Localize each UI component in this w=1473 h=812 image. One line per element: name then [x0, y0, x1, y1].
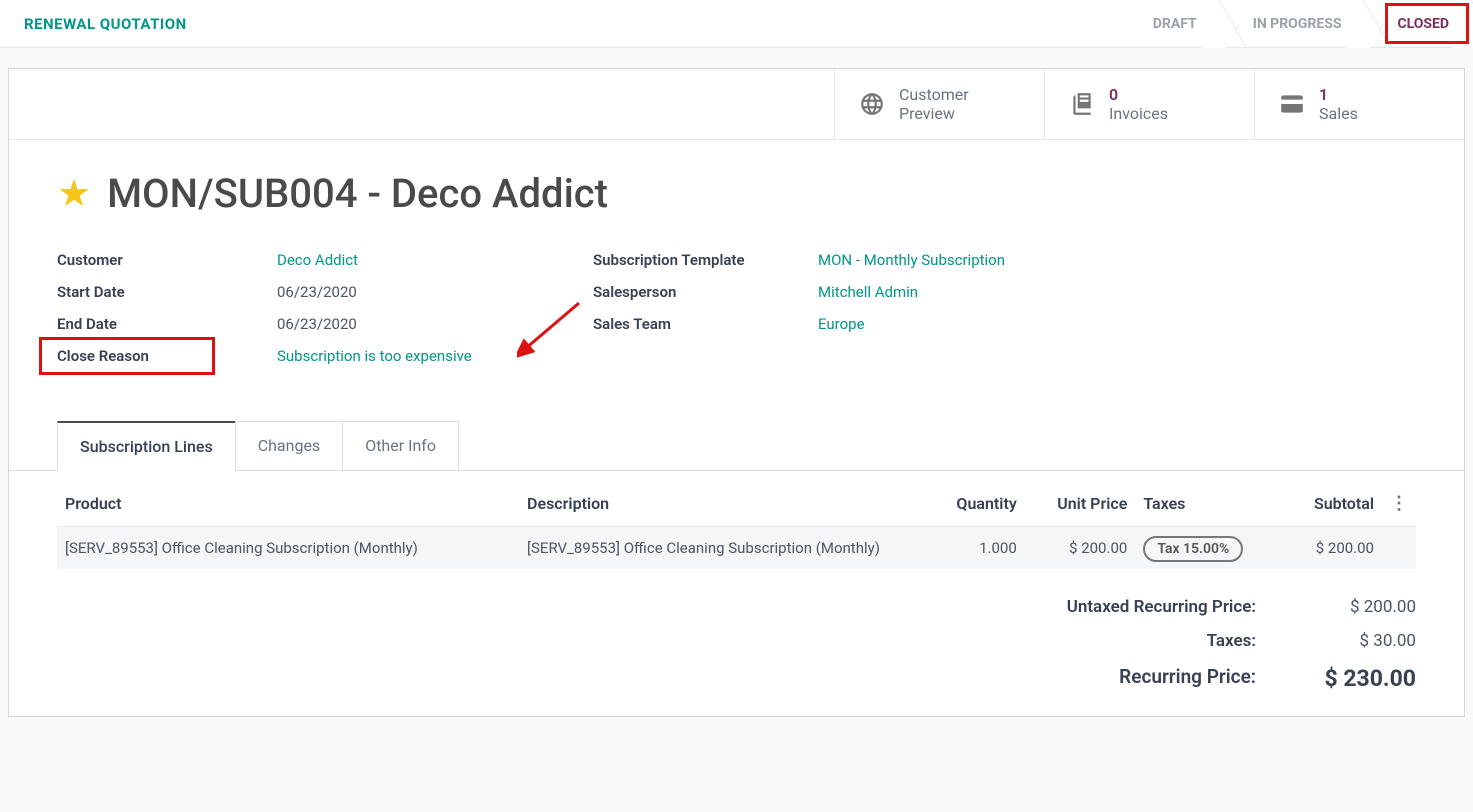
template-label: Subscription Template — [593, 251, 818, 269]
start-date-label: Start Date — [57, 283, 277, 301]
tabs: Subscription Lines Changes Other Info — [57, 421, 1464, 471]
col-subtotal: Subtotal — [1284, 481, 1382, 527]
tab-subscription-lines[interactable]: Subscription Lines — [57, 421, 236, 471]
close-reason-label: Close Reason — [57, 347, 277, 365]
record-card: CustomerPreview 0Invoices 1Sales ★ MON/S… — [8, 68, 1465, 717]
arrow-annotation — [517, 299, 585, 359]
taxes-value: $ 30.00 — [1296, 631, 1416, 651]
col-quantity: Quantity — [927, 481, 1025, 527]
cell-quantity: 1.000 — [927, 527, 1025, 570]
tab-changes[interactable]: Changes — [235, 421, 344, 471]
field-grid: Customer Deco Addict Subscription Templa… — [57, 251, 1416, 365]
lines-table: Product Description Quantity Unit Price … — [57, 481, 1416, 569]
globe-icon — [859, 91, 885, 117]
status-trail: DRAFT IN PROGRESS CLOSED — [1121, 0, 1473, 47]
customer-label: Customer — [57, 251, 277, 269]
cell-unit-price: $ 200.00 — [1025, 527, 1136, 570]
cell-product: [SERV_89553] Office Cleaning Subscriptio… — [57, 527, 519, 570]
end-date-label: End Date — [57, 315, 277, 333]
top-bar: RENEWAL QUOTATION DRAFT IN PROGRESS CLOS… — [0, 0, 1473, 48]
col-product: Product — [57, 481, 519, 527]
sales-button[interactable]: 1Sales — [1254, 69, 1464, 139]
star-icon[interactable]: ★ — [57, 171, 91, 216]
untaxed-value: $ 200.00 — [1296, 597, 1416, 617]
card-icon — [1279, 91, 1305, 117]
table-options-icon[interactable]: ⋮ — [1390, 493, 1408, 514]
tab-other-info[interactable]: Other Info — [342, 421, 459, 471]
customer-value[interactable]: Deco Addict — [277, 251, 593, 269]
cell-subtotal: $ 200.00 — [1284, 527, 1382, 570]
sales-team-label: Sales Team — [593, 315, 818, 333]
template-value[interactable]: MON - Monthly Subscription — [818, 251, 1416, 269]
salesperson-value[interactable]: Mitchell Admin — [818, 283, 1416, 301]
col-description: Description — [519, 481, 927, 527]
recurring-label: Recurring Price: — [1016, 665, 1256, 692]
status-draft[interactable]: DRAFT — [1121, 0, 1221, 47]
sales-team-value[interactable]: Europe — [818, 315, 1416, 333]
taxes-label: Taxes: — [1016, 631, 1256, 651]
table-row[interactable]: [SERV_89553] Office Cleaning Subscriptio… — [57, 527, 1416, 570]
recurring-value: $ 230.00 — [1296, 665, 1416, 692]
col-taxes: Taxes — [1135, 481, 1284, 527]
renewal-quotation-button[interactable]: RENEWAL QUOTATION — [24, 0, 187, 47]
salesperson-label: Salesperson — [593, 283, 818, 301]
cell-description: [SERV_89553] Office Cleaning Subscriptio… — [519, 527, 927, 570]
untaxed-label: Untaxed Recurring Price: — [1016, 597, 1256, 617]
col-unit-price: Unit Price — [1025, 481, 1136, 527]
stat-buttons: CustomerPreview 0Invoices 1Sales — [9, 69, 1464, 140]
invoices-button[interactable]: 0Invoices — [1044, 69, 1254, 139]
title-row: ★ MON/SUB004 - Deco Addict — [57, 170, 1416, 217]
customer-preview-button[interactable]: CustomerPreview — [834, 69, 1044, 139]
record-title: MON/SUB004 - Deco Addict — [107, 170, 608, 217]
book-icon — [1069, 91, 1095, 117]
totals: Untaxed Recurring Price: $ 200.00 Taxes: $… — [57, 597, 1416, 692]
cell-tax: Tax 15.00% — [1135, 527, 1284, 570]
